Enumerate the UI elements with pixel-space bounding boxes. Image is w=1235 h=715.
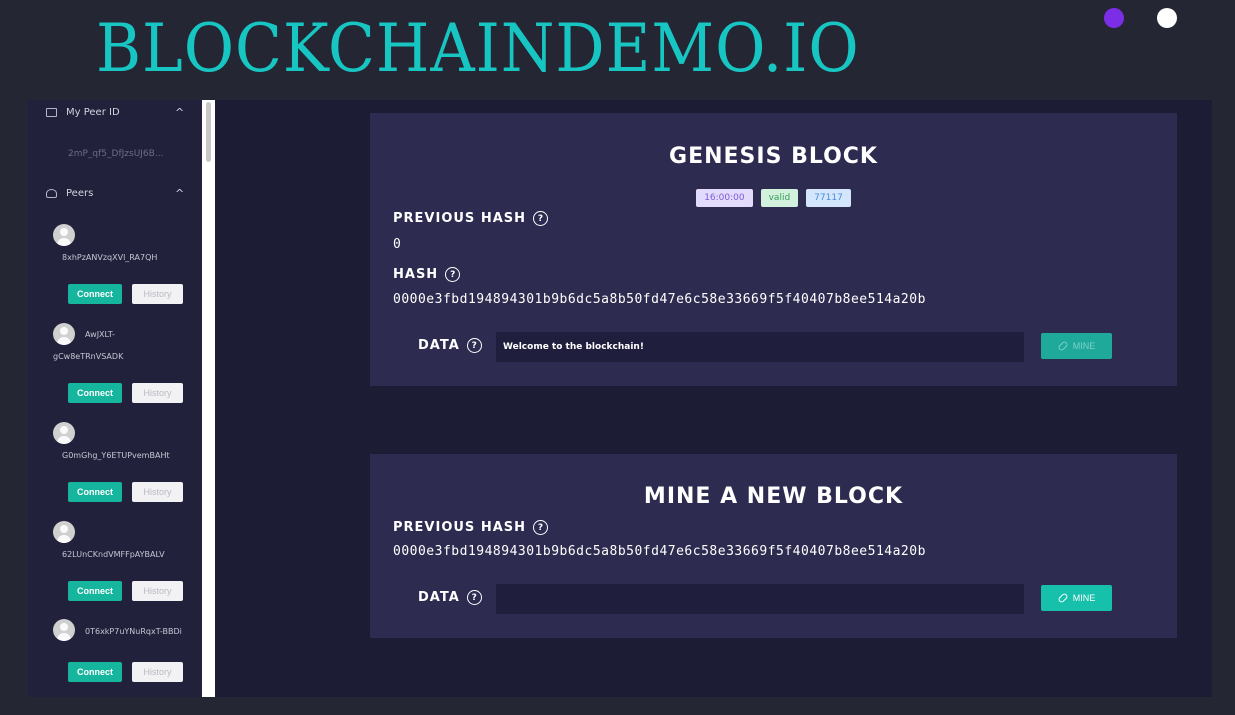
previous-hash-label: PREVIOUS HASH ? <box>393 211 548 226</box>
card-title: MINE A NEW BLOCK <box>643 484 904 509</box>
history-button[interactable]: History <box>132 284 183 304</box>
timestamp-badge: 16:00:00 <box>696 189 753 207</box>
connect-button[interactable]: Connect <box>68 383 122 403</box>
previous-hash-label-text: PREVIOUS HASH <box>393 520 526 535</box>
white-theme-dot[interactable] <box>1157 8 1177 28</box>
mine-button[interactable]: MINE <box>1041 585 1112 611</box>
history-button[interactable]: History <box>132 383 183 403</box>
new-block-card: MINE A NEW BLOCK PREVIOUS HASH ? 0000e3f… <box>370 454 1177 638</box>
id-card-icon <box>46 108 57 117</box>
connect-button[interactable]: Connect <box>68 581 122 601</box>
peer-name: 0T6xkP7uYNuRqxT-BBDi <box>85 627 182 636</box>
status-badge: valid <box>760 189 799 207</box>
block-badges: 16:00:00 valid 77117 <box>370 189 1177 207</box>
history-button[interactable]: History <box>132 662 183 682</box>
help-icon[interactable]: ? <box>466 338 482 353</box>
help-icon[interactable]: ? <box>466 590 482 605</box>
help-icon[interactable]: ? <box>533 211 548 226</box>
link-icon <box>1057 592 1069 604</box>
peer-name: gCw8eTRnVSADK <box>53 352 124 361</box>
new-block-data-input[interactable] <box>496 584 1024 614</box>
data-label: DATA ? <box>418 338 482 353</box>
history-button[interactable]: History <box>132 581 183 601</box>
peers-icon <box>46 189 57 198</box>
history-button[interactable]: History <box>132 482 183 502</box>
hash-label-text: HASH <box>393 267 439 282</box>
connect-button[interactable]: Connect <box>68 482 122 502</box>
avatar <box>53 323 75 345</box>
genesis-block-card: GENESIS BLOCK 16:00:00 valid 77117 PREVI… <box>370 113 1177 386</box>
my-peer-id-header[interactable]: My Peer ID <box>46 107 120 118</box>
peer-name: G0mGhg_Y6ETUPvemBAHt <box>62 451 170 460</box>
card-title: GENESIS BLOCK <box>669 144 878 169</box>
my-peer-id-label: My Peer ID <box>66 107 120 118</box>
nonce-badge: 77117 <box>806 189 851 207</box>
connect-button[interactable]: Connect <box>68 662 122 682</box>
peer-name: 8xhPzANVzqXVl_RA7QH <box>62 253 158 262</box>
peers-label: Peers <box>66 188 94 199</box>
site-title: BLOCKCHAINDEMO.IO <box>96 10 860 87</box>
mine-button-label: MINE <box>1072 341 1096 351</box>
avatar <box>53 224 75 246</box>
app-window: My Peer ID ^ 2mP_qf5_DfJzsUJ6B... Peers … <box>28 100 1212 697</box>
data-label: DATA ? <box>418 590 482 605</box>
chevron-up-icon[interactable]: ^ <box>175 187 184 200</box>
hash-label: HASH ? <box>393 267 461 282</box>
purple-theme-dot[interactable] <box>1104 8 1124 28</box>
chevron-up-icon[interactable]: ^ <box>175 106 184 119</box>
previous-hash-value: 0 <box>393 237 402 252</box>
help-icon[interactable]: ? <box>445 267 461 282</box>
sidebar-scrollbar[interactable] <box>202 100 215 697</box>
previous-hash-value: 0000e3fbd194894301b9b6dc5a8b50fd47e6c58e… <box>393 544 926 559</box>
my-peer-id-value: 2mP_qf5_DfJzsUJ6B... <box>68 149 164 159</box>
scrollbar-thumb[interactable] <box>206 102 211 162</box>
link-icon <box>1057 340 1069 352</box>
data-label-text: DATA <box>418 338 460 353</box>
avatar <box>53 521 75 543</box>
avatar <box>53 619 75 641</box>
peer-name: 62LUnCKndVMFFpAYBALV <box>62 550 165 559</box>
genesis-data-input[interactable] <box>496 332 1024 362</box>
peer-name: AwJXLT- <box>85 330 115 339</box>
mine-button[interactable]: MINE <box>1041 333 1112 359</box>
avatar <box>53 422 75 444</box>
previous-hash-label: PREVIOUS HASH ? <box>393 520 548 535</box>
hash-value: 0000e3fbd194894301b9b6dc5a8b50fd47e6c58e… <box>393 292 926 307</box>
data-label-text: DATA <box>418 590 460 605</box>
previous-hash-label-text: PREVIOUS HASH <box>393 211 526 226</box>
sidebar: My Peer ID ^ 2mP_qf5_DfJzsUJ6B... Peers … <box>28 100 202 697</box>
peers-header[interactable]: Peers <box>46 188 93 199</box>
help-icon[interactable]: ? <box>533 520 548 535</box>
connect-button[interactable]: Connect <box>68 284 122 304</box>
mine-button-label: MINE <box>1072 593 1096 603</box>
